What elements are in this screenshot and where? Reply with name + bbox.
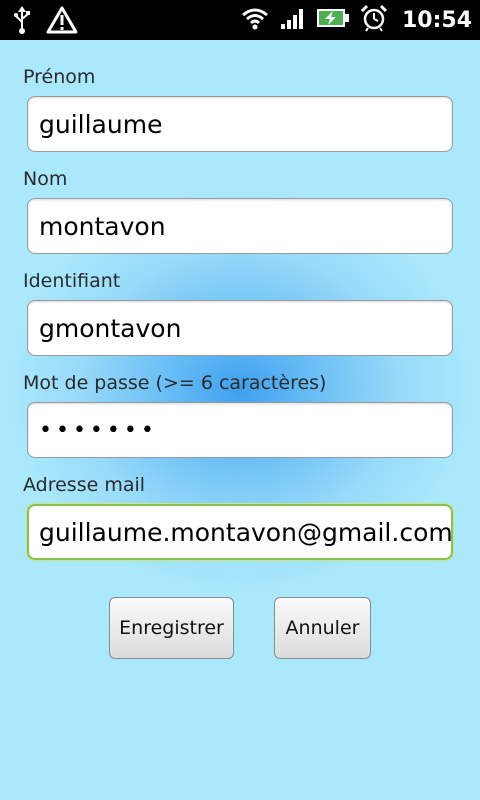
warning-icon bbox=[46, 6, 78, 38]
email-field[interactable]: guillaume.montavon@gmail.com bbox=[27, 504, 453, 560]
battery-charging-icon bbox=[316, 7, 350, 33]
registration-form: Prénom guillaume Nom montavon Identifian… bbox=[0, 40, 480, 800]
save-button[interactable]: Enregistrer bbox=[109, 597, 234, 659]
usb-icon bbox=[12, 6, 32, 38]
alarm-icon bbox=[360, 4, 388, 36]
wifi-icon bbox=[240, 6, 270, 34]
lastname-field[interactable]: montavon bbox=[27, 198, 453, 254]
cancel-button[interactable]: Annuler bbox=[274, 597, 371, 659]
password-label: Mot de passe (>= 6 caractères) bbox=[23, 372, 327, 394]
firstname-label: Prénom bbox=[23, 66, 96, 88]
status-bar: 10:54 bbox=[0, 0, 480, 40]
username-field[interactable]: gmontavon bbox=[27, 300, 453, 356]
firstname-field[interactable]: guillaume bbox=[27, 96, 453, 152]
lastname-label: Nom bbox=[23, 168, 68, 190]
password-field[interactable]: ••••••• bbox=[27, 402, 453, 458]
username-label: Identifiant bbox=[23, 270, 121, 292]
status-clock: 10:54 bbox=[401, 7, 472, 33]
email-label: Adresse mail bbox=[23, 474, 146, 496]
signal-icon bbox=[280, 6, 306, 34]
